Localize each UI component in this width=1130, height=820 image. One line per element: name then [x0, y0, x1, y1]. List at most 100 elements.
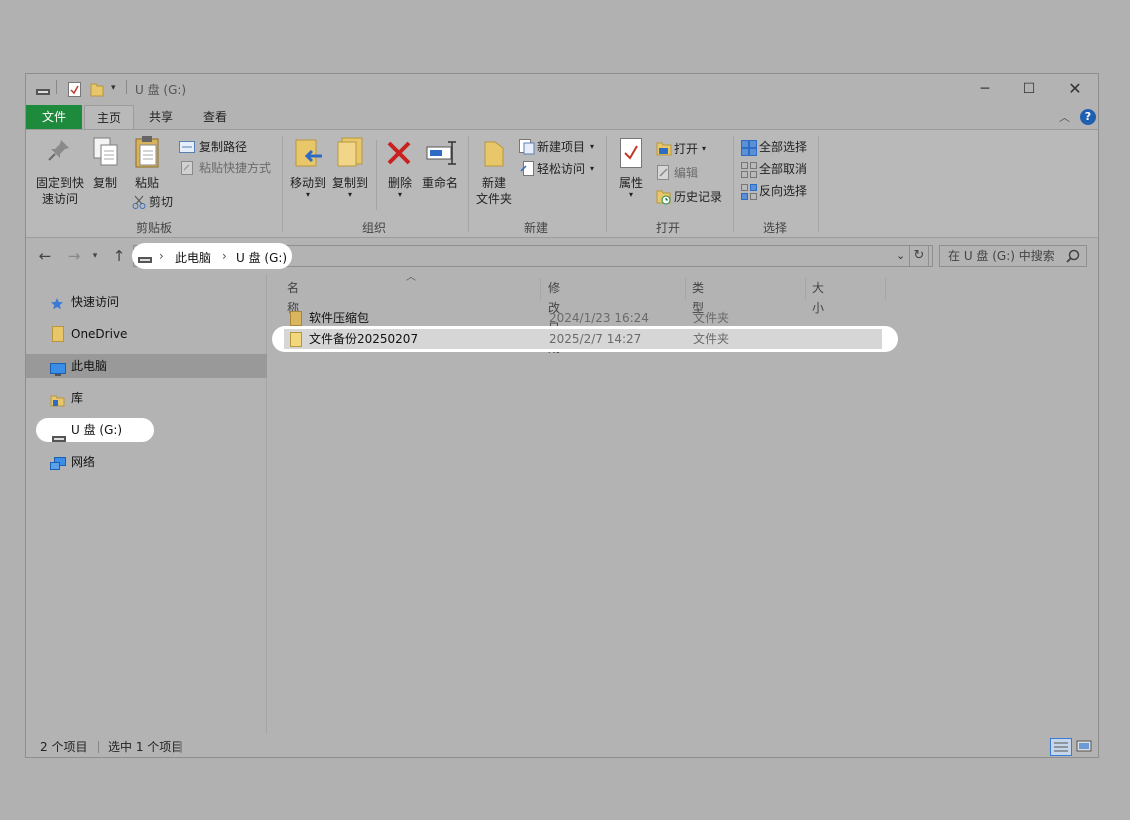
- large-icons-view-icon[interactable]: [1074, 738, 1096, 756]
- sidebar-item-label: 快速访问: [71, 295, 120, 309]
- group-separator: [733, 136, 734, 232]
- sidebar-item-label: 网络: [71, 455, 96, 469]
- breadcrumb-this-pc[interactable]: 此电脑: [175, 249, 211, 266]
- new-group-label: 新建: [523, 221, 548, 235]
- delete-icon: [386, 140, 412, 169]
- column-separator[interactable]: [685, 278, 686, 300]
- pin-label-1: 固定到快: [35, 176, 84, 190]
- ribbon-tabs: 文件 主页 共享 查看 ︿ ?: [26, 105, 1098, 129]
- breadcrumb-usb-drive[interactable]: U 盘 (G:): [236, 249, 287, 266]
- sidebar-item-libraries[interactable]: 库: [26, 386, 267, 410]
- column-separator[interactable]: [885, 278, 886, 300]
- title-divider: [56, 80, 57, 94]
- move-to-icon: [294, 138, 324, 173]
- close-icon[interactable]: ✕: [1053, 78, 1097, 100]
- item-count: 2 个项目: [40, 740, 88, 754]
- easy-access-chevron-icon: ▾: [590, 164, 595, 173]
- back-arrow-icon[interactable]: ←: [35, 245, 55, 267]
- sidebar-item-usb-drive[interactable]: U 盘 (G:): [26, 418, 267, 442]
- refresh-icon[interactable]: ↻: [909, 245, 929, 267]
- file-row-selected[interactable]: 文件备份20250207 2025/2/7 14:27 文件夹: [282, 329, 882, 349]
- address-dropdown-chevron-icon[interactable]: ⌄: [896, 249, 905, 262]
- forward-arrow-icon[interactable]: →: [64, 245, 84, 267]
- select-group-label: 选择: [762, 221, 787, 235]
- tab-home[interactable]: 主页: [84, 105, 134, 129]
- pin-icon: [47, 138, 71, 165]
- title-divider-2: [126, 80, 127, 94]
- properties-icon: [620, 138, 642, 171]
- edit-icon: [657, 165, 671, 183]
- sidebar-item-label: OneDrive: [71, 327, 128, 341]
- column-separator[interactable]: [540, 278, 541, 300]
- sidebar-item-onedrive[interactable]: OneDrive: [26, 322, 267, 346]
- sort-ascending-icon: ︿: [406, 272, 416, 283]
- rename-label: 重命名: [421, 176, 458, 190]
- minimize-icon[interactable]: ─: [963, 78, 1007, 100]
- help-icon[interactable]: ?: [1080, 109, 1096, 125]
- library-icon: [50, 391, 65, 415]
- navigation-pane: 快速访问 OneDrive 此电脑 库 U 盘 (G:) 网络: [26, 274, 267, 734]
- properties-chevron-icon: ▾: [628, 190, 633, 199]
- history-icon: [656, 190, 672, 208]
- new-item-label: 新建项目: [537, 140, 586, 154]
- drive-icon: [52, 427, 66, 451]
- open-group-label: 打开: [655, 221, 680, 235]
- scissors-icon: [132, 195, 146, 212]
- new-folder-quick-icon[interactable]: [90, 82, 104, 100]
- new-folder-label-2: 文件夹: [475, 192, 512, 206]
- select-all-label: 全部选择: [759, 140, 808, 154]
- customize-toolbar-chevron-icon[interactable]: ▾: [111, 83, 116, 93]
- network-icon: [50, 455, 66, 479]
- easy-access-label: 轻松访问: [537, 162, 586, 176]
- new-item-chevron-icon: ▾: [590, 142, 595, 151]
- sidebar-item-network[interactable]: 网络: [26, 450, 267, 474]
- column-separator[interactable]: [805, 278, 806, 300]
- group-separator: [282, 136, 283, 232]
- search-input[interactable]: 在 U 盘 (G:) 中搜索: [939, 245, 1087, 267]
- sidebar-item-this-pc[interactable]: 此电脑: [26, 354, 267, 378]
- sidebar-item-label: U 盘 (G:): [71, 423, 123, 437]
- title-bar: ▾ U 盘 (G:) ─ ☐ ✕: [26, 74, 1098, 104]
- new-folder-icon: [483, 140, 505, 171]
- open-chevron-icon: ▾: [702, 144, 707, 153]
- invert-selection-icon: [741, 184, 757, 203]
- tab-file[interactable]: 文件: [26, 105, 82, 129]
- star-icon: [50, 295, 64, 319]
- group-separator: [468, 136, 469, 232]
- tab-view[interactable]: 查看: [194, 105, 236, 129]
- status-bar: 2 个项目 选中 1 个项目: [26, 736, 1098, 758]
- sidebar-item-label: 库: [71, 391, 84, 405]
- breadcrumb-separator-icon[interactable]: ›: [159, 249, 164, 263]
- address-bar[interactable]: › 此电脑 › U 盘 (G:) ⌄: [132, 243, 933, 269]
- edit-label: 编辑: [674, 166, 699, 180]
- new-folder-label-1: 新建: [481, 176, 506, 190]
- rename-icon: [426, 140, 458, 169]
- status-divider: [98, 741, 99, 753]
- up-arrow-icon[interactable]: ↑: [109, 245, 129, 267]
- paste-shortcut-icon: [181, 161, 193, 178]
- sidebar-item-quick-access[interactable]: 快速访问: [26, 290, 267, 314]
- ribbon: 固定到快 速访问 复制 粘贴 复制路径 粘贴快捷方式 剪切 剪贴板 移动到 ▾ …: [26, 129, 1098, 238]
- file-name: 文件备份20250207: [309, 332, 419, 346]
- recent-locations-chevron-icon[interactable]: ▾: [88, 245, 102, 267]
- breadcrumb-separator-icon[interactable]: ›: [222, 249, 227, 263]
- file-row[interactable]: 软件压缩包 2024/1/23 16:24 文件夹: [282, 308, 882, 328]
- organize-group-label: 组织: [361, 221, 386, 235]
- file-name: 软件压缩包: [309, 311, 370, 325]
- details-view-icon[interactable]: [1050, 738, 1072, 756]
- history-label: 历史记录: [674, 190, 723, 204]
- tab-share[interactable]: 共享: [140, 105, 182, 129]
- properties-quick-icon[interactable]: [68, 82, 81, 100]
- new-item-icon: [519, 139, 535, 158]
- move-to-chevron-icon: ▾: [305, 190, 310, 199]
- drive-icon: [36, 85, 50, 99]
- selected-count: 选中 1 个项目: [108, 740, 184, 754]
- group-separator: [606, 136, 607, 232]
- invert-selection-label: 反向选择: [759, 184, 808, 198]
- copy-path-icon: [179, 141, 195, 156]
- maximize-icon[interactable]: ☐: [1007, 78, 1051, 100]
- collapse-ribbon-icon[interactable]: ︿: [1059, 109, 1070, 125]
- open-label: 打开: [674, 142, 699, 156]
- copy-icon: [93, 137, 119, 170]
- folder-icon: [52, 326, 64, 350]
